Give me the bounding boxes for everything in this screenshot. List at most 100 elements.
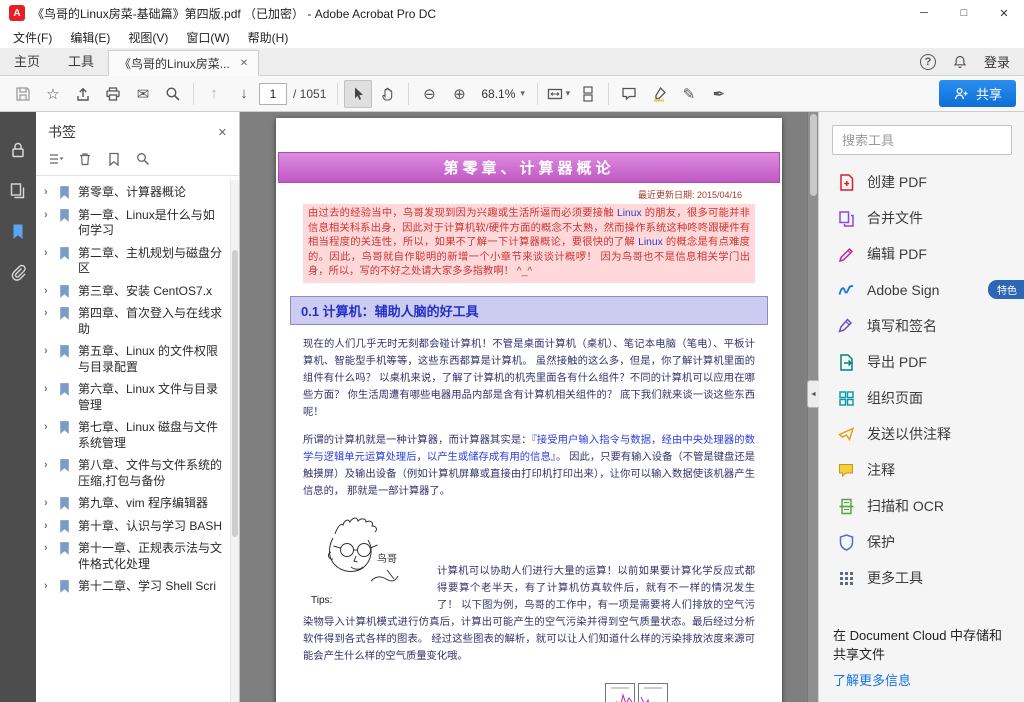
- email-icon[interactable]: ✉: [129, 80, 157, 108]
- bookmark-item[interactable]: ›第二章、主机规划与磁盘分区: [44, 246, 223, 277]
- bookmark-item[interactable]: ›第四章、首次登入与在线求助: [44, 306, 223, 337]
- tool-protect[interactable]: 保护: [819, 524, 1024, 560]
- scrollbar-thumb[interactable]: [232, 250, 238, 537]
- tool-send-for-comments[interactable]: 发送以供注释: [819, 416, 1024, 452]
- tool-organize-pages[interactable]: 组织页面: [819, 380, 1024, 416]
- previous-page-icon[interactable]: ↑: [200, 80, 228, 108]
- tab-home[interactable]: 主页: [0, 46, 54, 75]
- menu-view[interactable]: 视图(V): [119, 26, 177, 49]
- search-tools-input[interactable]: [832, 125, 1012, 155]
- add-person-icon: [953, 86, 969, 102]
- tool-export-pdf[interactable]: 导出 PDF: [819, 344, 1024, 380]
- security-lock-icon[interactable]: [6, 138, 30, 162]
- find-bookmark-icon[interactable]: [135, 151, 151, 167]
- chevron-right-icon[interactable]: ›: [44, 344, 55, 358]
- bookmark-item[interactable]: ›第八章、文件与文件系统的压缩,打包与备份: [44, 458, 223, 489]
- star-icon[interactable]: ☆: [39, 80, 67, 108]
- bookmark-item[interactable]: ›第十一章、正规表示法与文件格式化处理: [44, 541, 223, 572]
- bookmark-item[interactable]: ›第十二章、学习 Shell Scri: [44, 579, 223, 595]
- tool-label: 填写和签名: [867, 316, 937, 336]
- svg-text:鸟哥: 鸟哥: [377, 552, 397, 565]
- chart-thumbnails: [605, 683, 668, 702]
- collapse-panel-icon[interactable]: ◄: [807, 380, 819, 408]
- zoom-in-icon[interactable]: ⊕: [445, 80, 473, 108]
- panel-close-icon[interactable]: ✕: [218, 126, 227, 139]
- tab-tools[interactable]: 工具: [54, 46, 108, 75]
- menubar: 文件(F) 编辑(E) 视图(V) 窗口(W) 帮助(H): [0, 26, 1024, 48]
- tab-close-icon[interactable]: ✕: [240, 58, 248, 69]
- maximize-button[interactable]: □: [944, 0, 984, 26]
- select-tool-icon[interactable]: [344, 80, 372, 108]
- tool-scan-ocr[interactable]: 扫描和 OCR: [819, 488, 1024, 524]
- share-upload-icon[interactable]: [69, 80, 97, 108]
- pencil-icon[interactable]: ✎: [675, 80, 703, 108]
- chevron-right-icon[interactable]: ›: [44, 541, 55, 555]
- toolbar-separator: [608, 83, 609, 105]
- tab-document[interactable]: 《鸟哥的Linux房菜... ✕: [108, 50, 259, 76]
- scroll-mode-icon[interactable]: [574, 80, 602, 108]
- bookmark-item[interactable]: ›第七章、Linux 磁盘与文件系统管理: [44, 420, 223, 451]
- save-icon[interactable]: [9, 80, 37, 108]
- highlight-icon[interactable]: [645, 80, 673, 108]
- zoom-level-select[interactable]: 68.1% ▾: [474, 81, 532, 107]
- page-fit-icon[interactable]: ▾: [544, 80, 572, 108]
- menu-help[interactable]: 帮助(H): [239, 26, 298, 49]
- attachments-paperclip-icon[interactable]: [6, 261, 30, 285]
- bookmark-item[interactable]: ›第五章、Linux 的文件权限与目录配置: [44, 344, 223, 375]
- tool-edit-pdf[interactable]: 编辑 PDF: [819, 236, 1024, 272]
- sign-pen-icon[interactable]: ✒: [705, 80, 733, 108]
- notifications-bell-icon[interactable]: [952, 54, 968, 70]
- tool-label: 更多工具: [867, 568, 923, 588]
- help-icon[interactable]: ?: [920, 54, 936, 70]
- search-icon[interactable]: [159, 80, 187, 108]
- bookmark-item[interactable]: ›第零章、计算器概论: [44, 185, 223, 201]
- chevron-right-icon[interactable]: ›: [44, 496, 55, 510]
- tool-comments[interactable]: 注释: [819, 452, 1024, 488]
- chevron-right-icon[interactable]: ›: [44, 246, 55, 260]
- chevron-right-icon[interactable]: ›: [44, 185, 55, 199]
- chevron-right-icon[interactable]: ›: [44, 420, 55, 434]
- tool-create-pdf[interactable]: 创建 PDF: [819, 164, 1024, 200]
- chevron-right-icon[interactable]: ›: [44, 306, 55, 320]
- page-number-input[interactable]: [259, 83, 287, 105]
- bookmark-item[interactable]: ›第六章、Linux 文件与目录管理: [44, 382, 223, 413]
- tabbar-right: ? 登录: [920, 52, 1024, 75]
- document-area[interactable]: 第零章、计算器概论 最近更新日期: 2015/04/16 由过去的经验当中，鸟哥…: [240, 112, 818, 702]
- chevron-right-icon[interactable]: ›: [44, 208, 55, 222]
- tool-adobe-sign[interactable]: Adobe Sign特色: [819, 272, 1024, 308]
- bookmarks-panel-icon[interactable]: [6, 220, 30, 244]
- zoom-out-icon[interactable]: ⊖: [415, 80, 443, 108]
- learn-more-link[interactable]: 了解更多信息: [833, 671, 911, 691]
- acrobat-window: A 《鸟哥的Linux房菜-基础篇》第四版.pdf （已加密） - Adobe …: [0, 0, 1024, 702]
- scrollbar-thumb[interactable]: [810, 114, 817, 196]
- tips-block: 鸟哥 Tips: 计算机可以协助人们进行大量的运算！以前如果要计算化学反应式都得…: [303, 511, 755, 673]
- delete-bookmark-icon[interactable]: [77, 151, 93, 167]
- tool-fill-sign[interactable]: 填写和签名: [819, 308, 1024, 344]
- chevron-right-icon[interactable]: ›: [44, 382, 55, 396]
- minimize-button[interactable]: ─: [904, 0, 944, 26]
- comment-icon[interactable]: [615, 80, 643, 108]
- login-button[interactable]: 登录: [984, 52, 1010, 71]
- bookmark-item[interactable]: ›第三章、安装 CentOS7.x: [44, 284, 223, 300]
- bookmark-item[interactable]: ›第十章、认识与学习 BASH: [44, 519, 223, 535]
- tool-label: Adobe Sign: [867, 282, 939, 298]
- close-button[interactable]: ✕: [984, 0, 1024, 26]
- chevron-right-icon[interactable]: ›: [44, 519, 55, 533]
- share-button[interactable]: 共享: [939, 80, 1016, 107]
- tool-combine-files[interactable]: 合并文件: [819, 200, 1024, 236]
- page-thumbnails-icon[interactable]: [6, 179, 30, 203]
- tool-more-tools[interactable]: 更多工具: [819, 560, 1024, 596]
- new-bookmark-icon[interactable]: [106, 151, 122, 167]
- hand-tool-icon[interactable]: [374, 80, 402, 108]
- toolbar-separator: [337, 83, 338, 105]
- next-page-icon[interactable]: ↓: [230, 80, 258, 108]
- bookmark-item[interactable]: ›第九章、vim 程序编辑器: [44, 496, 223, 512]
- bookmark-options-icon[interactable]: [48, 151, 64, 167]
- chevron-right-icon[interactable]: ›: [44, 579, 55, 593]
- print-icon[interactable]: [99, 80, 127, 108]
- chevron-right-icon[interactable]: ›: [44, 458, 55, 472]
- bookmark-item[interactable]: ›第一章、Linux是什么与如何学习: [44, 208, 223, 239]
- bookmarks-scrollbar[interactable]: [230, 180, 239, 702]
- menu-window[interactable]: 窗口(W): [177, 26, 238, 49]
- chevron-right-icon[interactable]: ›: [44, 284, 55, 298]
